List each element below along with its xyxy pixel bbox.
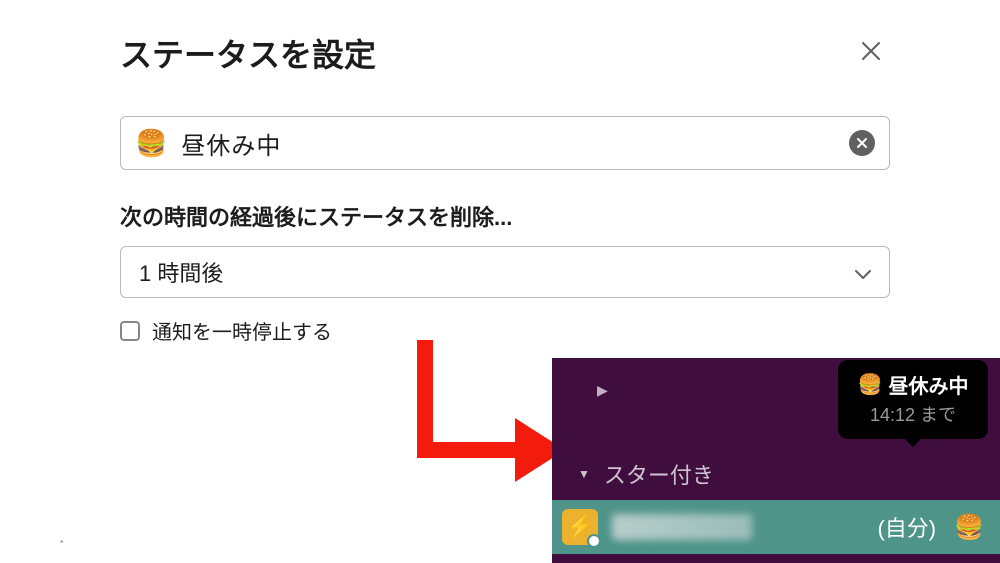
close-button[interactable] xyxy=(852,33,890,73)
chevron-down-icon xyxy=(855,267,871,277)
avatar: ⚡ xyxy=(562,509,598,545)
sidebar-section-label: スター付き xyxy=(604,458,714,490)
close-icon xyxy=(856,137,868,149)
tooltip-status-text: 昼休み中 xyxy=(888,370,968,399)
pause-notifications-label: 通知を一時停止する xyxy=(152,316,332,345)
self-username-redacted xyxy=(612,514,752,540)
pause-notifications-checkbox[interactable] xyxy=(120,321,140,341)
hamburger-icon: 🍔 xyxy=(858,372,883,397)
sidebar-preview: ▶ ▼ スター付き 🍔 昼休み中 14:12 まで ⚡ (自分) 🍔 xyxy=(552,358,1000,563)
set-status-dialog: ステータスを設定 🍔 昼休み中 次の時間の経過後にステータスを削除... 1 時… xyxy=(120,30,890,345)
pause-notifications-row: 通知を一時停止する xyxy=(120,316,890,345)
dialog-header: ステータスを設定 xyxy=(120,30,890,76)
sidebar-section-starred[interactable]: ▼ スター付き xyxy=(578,458,714,490)
tooltip-tail xyxy=(905,439,921,447)
annotation-arrow xyxy=(405,340,575,500)
decorative-mark: ‸ xyxy=(60,532,63,543)
clear-status-button[interactable] xyxy=(849,130,875,156)
clear-after-value: 1 時間後 xyxy=(139,256,223,288)
clear-after-select[interactable]: 1 時間後 xyxy=(120,246,890,298)
status-input[interactable]: 🍔 昼休み中 xyxy=(120,116,890,170)
sidebar-self-row[interactable]: ⚡ (自分) 🍔 xyxy=(552,500,1000,554)
disclosure-right-icon[interactable]: ▶ xyxy=(597,382,608,399)
status-tooltip: 🍔 昼休み中 14:12 まで xyxy=(838,360,988,439)
tooltip-title: 🍔 昼休み中 xyxy=(854,370,972,399)
tooltip-until-text: 14:12 まで xyxy=(854,401,972,427)
status-text-field[interactable]: 昼休み中 xyxy=(181,126,849,161)
status-emoji-picker[interactable]: 🍔 xyxy=(135,128,167,159)
dialog-title: ステータスを設定 xyxy=(120,30,376,76)
self-label: (自分) xyxy=(877,511,936,543)
presence-indicator xyxy=(587,534,601,548)
close-icon xyxy=(860,40,882,62)
clear-after-label: 次の時間の経過後にステータスを削除... xyxy=(120,200,890,232)
hamburger-icon: 🍔 xyxy=(954,513,984,542)
disclosure-down-icon: ▼ xyxy=(578,467,590,481)
